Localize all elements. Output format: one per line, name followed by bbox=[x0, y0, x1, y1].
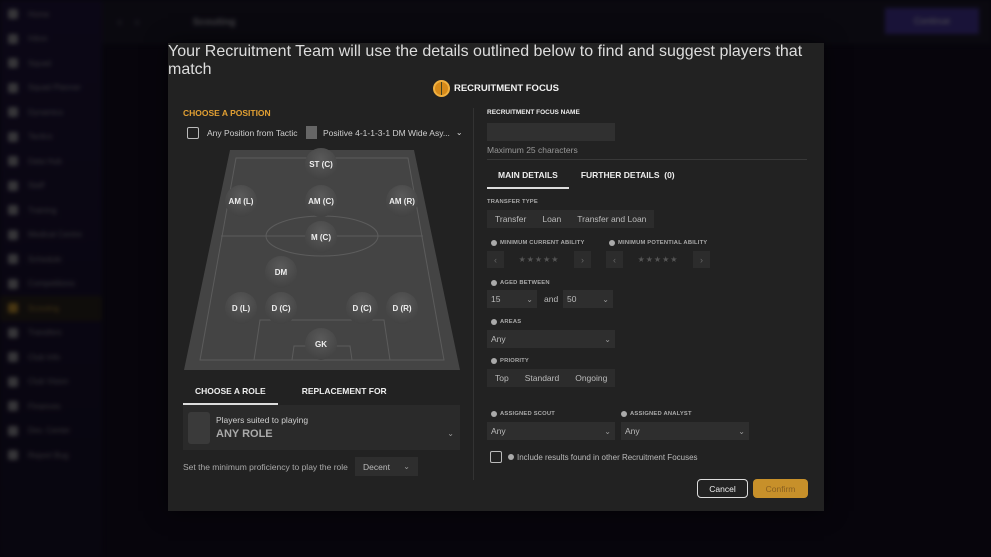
scout-value: Any bbox=[491, 426, 506, 436]
role-tabs: CHOOSE A ROLE REPLACEMENT FOR bbox=[183, 386, 460, 406]
role-caption: Players suited to playing bbox=[216, 415, 309, 425]
info-icon bbox=[609, 240, 615, 246]
position-button[interactable]: M (C) bbox=[305, 221, 337, 253]
star-rating: ★★★★★ bbox=[518, 255, 560, 264]
role-tactic-board-icon bbox=[188, 411, 210, 444]
min-pa-label: MINIMUM POTENTIAL ABILITY bbox=[618, 240, 708, 246]
proficiency-dropdown[interactable]: Decent ⌄ bbox=[355, 457, 418, 476]
detail-tabs: MAIN DETAILS FURTHER DETAILS (0) bbox=[487, 170, 675, 189]
tab-further-details[interactable]: FURTHER DETAILS (0) bbox=[581, 170, 675, 189]
aged-between-label: AGED BETWEEN bbox=[500, 280, 550, 286]
increase-button[interactable]: › bbox=[693, 251, 710, 268]
recruitment-focus-dialog: RECRUITMENT FOCUS Your Recruitment Team … bbox=[168, 43, 824, 511]
assigned-scout-dropdown[interactable]: Any ⌄ bbox=[487, 422, 615, 440]
decrease-button[interactable]: ‹ bbox=[606, 251, 623, 268]
position-button[interactable]: AM (R) bbox=[386, 185, 418, 217]
position-button[interactable]: AM (L) bbox=[225, 185, 257, 217]
cancel-button[interactable]: Cancel bbox=[697, 479, 748, 498]
chevron-down-icon: ⌄ bbox=[602, 294, 609, 304]
info-icon bbox=[491, 358, 497, 364]
transfer-type-transfer-and-loan[interactable]: Transfer and Loan bbox=[569, 214, 654, 224]
chevron-down-icon: ⌄ bbox=[738, 426, 745, 436]
transfer-type-label: TRANSFER TYPE bbox=[487, 199, 538, 205]
info-icon bbox=[491, 240, 497, 246]
areas-dropdown[interactable]: Any ⌄ bbox=[487, 330, 615, 348]
chevron-down-icon: ⌄ bbox=[455, 128, 463, 137]
chevron-down-icon: ⌄ bbox=[604, 426, 611, 436]
dialog-header: RECRUITMENT FOCUS bbox=[168, 80, 824, 97]
chevron-down-icon: ⌄ bbox=[447, 429, 454, 438]
info-icon bbox=[491, 411, 497, 417]
chevron-down-icon: ⌄ bbox=[526, 294, 533, 304]
tactic-value: Positive 4-1-1-3-1 DM Wide Asy... bbox=[323, 127, 450, 138]
transfer-type-loan[interactable]: Loan bbox=[534, 214, 569, 224]
transfer-type-transfer[interactable]: Transfer bbox=[487, 214, 534, 224]
analyst-value: Any bbox=[625, 426, 640, 436]
focus-name-label: RECRUITMENT FOCUS NAME bbox=[487, 109, 580, 116]
info-icon bbox=[491, 280, 497, 286]
priority-standard[interactable]: Standard bbox=[517, 373, 568, 383]
assigned-analyst-label: ASSIGNED ANALYST bbox=[630, 411, 692, 417]
any-position-label: Any Position from Tactic bbox=[207, 128, 298, 138]
priority-top[interactable]: Top bbox=[487, 373, 517, 383]
position-button[interactable]: D (C) bbox=[265, 292, 297, 324]
age-max-dropdown[interactable]: 50 ⌄ bbox=[563, 290, 613, 308]
transfer-type-segmented: Transfer Loan Transfer and Loan bbox=[487, 210, 655, 228]
include-other-focuses-label: Include results found in other Recruitme… bbox=[517, 452, 698, 462]
confirm-button[interactable]: Confirm bbox=[753, 479, 808, 498]
focus-name-input[interactable] bbox=[487, 123, 615, 141]
position-button[interactable]: ST (C) bbox=[305, 148, 337, 180]
position-button[interactable]: D (R) bbox=[386, 292, 418, 324]
choose-position-heading: CHOOSE A POSITION bbox=[183, 108, 271, 118]
star-rating: ★★★★★ bbox=[637, 255, 679, 264]
chevron-down-icon: ⌄ bbox=[403, 462, 410, 471]
recruitment-target-icon bbox=[432, 80, 450, 97]
any-position-checkbox-row[interactable]: Any Position from Tactic bbox=[187, 127, 298, 139]
increase-button[interactable]: › bbox=[574, 251, 591, 268]
info-icon bbox=[491, 319, 497, 325]
role-selector[interactable]: Players suited to playing ANY ROLE ⌄ bbox=[183, 405, 460, 450]
position-button[interactable]: D (C) bbox=[346, 292, 378, 324]
position-button[interactable]: DM bbox=[265, 256, 297, 288]
priority-label: PRIORITY bbox=[500, 358, 529, 364]
priority-segmented: Top Standard Ongoing bbox=[487, 369, 616, 387]
min-ca-stepper: ‹ ★★★★★ › bbox=[487, 251, 591, 268]
position-button[interactable]: GK bbox=[305, 328, 337, 360]
any-position-checkbox[interactable] bbox=[187, 127, 199, 139]
tab-choose-role[interactable]: CHOOSE A ROLE bbox=[183, 386, 278, 405]
column-divider bbox=[473, 108, 474, 480]
focus-name-hint: Maximum 25 characters bbox=[487, 145, 578, 155]
info-icon bbox=[621, 411, 627, 417]
age-min-value: 15 bbox=[491, 294, 501, 304]
tactic-selector[interactable]: Positive 4-1-1-3-1 DM Wide Asy... ⌄ bbox=[306, 126, 463, 139]
assigned-analyst-dropdown[interactable]: Any ⌄ bbox=[621, 422, 749, 440]
divider bbox=[487, 159, 807, 160]
include-other-focuses-checkbox[interactable] bbox=[490, 451, 502, 463]
priority-ongoing[interactable]: Ongoing bbox=[567, 373, 615, 383]
dialog-title: RECRUITMENT FOCUS bbox=[453, 83, 560, 94]
dialog-subtitle: Your Recruitment Team will use the detai… bbox=[168, 43, 803, 78]
info-icon bbox=[508, 454, 514, 460]
age-min-dropdown[interactable]: 15 ⌄ bbox=[487, 290, 537, 308]
tactic-icon bbox=[306, 126, 317, 139]
and-label: and bbox=[544, 294, 559, 304]
proficiency-value: Decent bbox=[363, 461, 390, 472]
role-value: ANY ROLE bbox=[216, 428, 273, 440]
include-other-focuses-row[interactable]: Include results found in other Recruitme… bbox=[490, 451, 698, 463]
chevron-down-icon: ⌄ bbox=[604, 334, 611, 344]
age-max-value: 50 bbox=[567, 294, 577, 304]
position-button[interactable]: AM (C) bbox=[305, 185, 337, 217]
areas-value: Any bbox=[491, 334, 506, 344]
assigned-scout-label: ASSIGNED SCOUT bbox=[500, 411, 555, 417]
proficiency-label: Set the minimum proficiency to play the … bbox=[183, 462, 348, 472]
tab-replacement-for[interactable]: REPLACEMENT FOR bbox=[302, 386, 387, 405]
areas-label: AREAS bbox=[500, 319, 522, 325]
tab-main-details[interactable]: MAIN DETAILS bbox=[487, 170, 569, 189]
min-ca-label: MINIMUM CURRENT ABILITY bbox=[500, 240, 585, 246]
decrease-button[interactable]: ‹ bbox=[487, 251, 504, 268]
min-pa-stepper: ‹ ★★★★★ › bbox=[606, 251, 710, 268]
position-button[interactable]: D (L) bbox=[225, 292, 257, 324]
